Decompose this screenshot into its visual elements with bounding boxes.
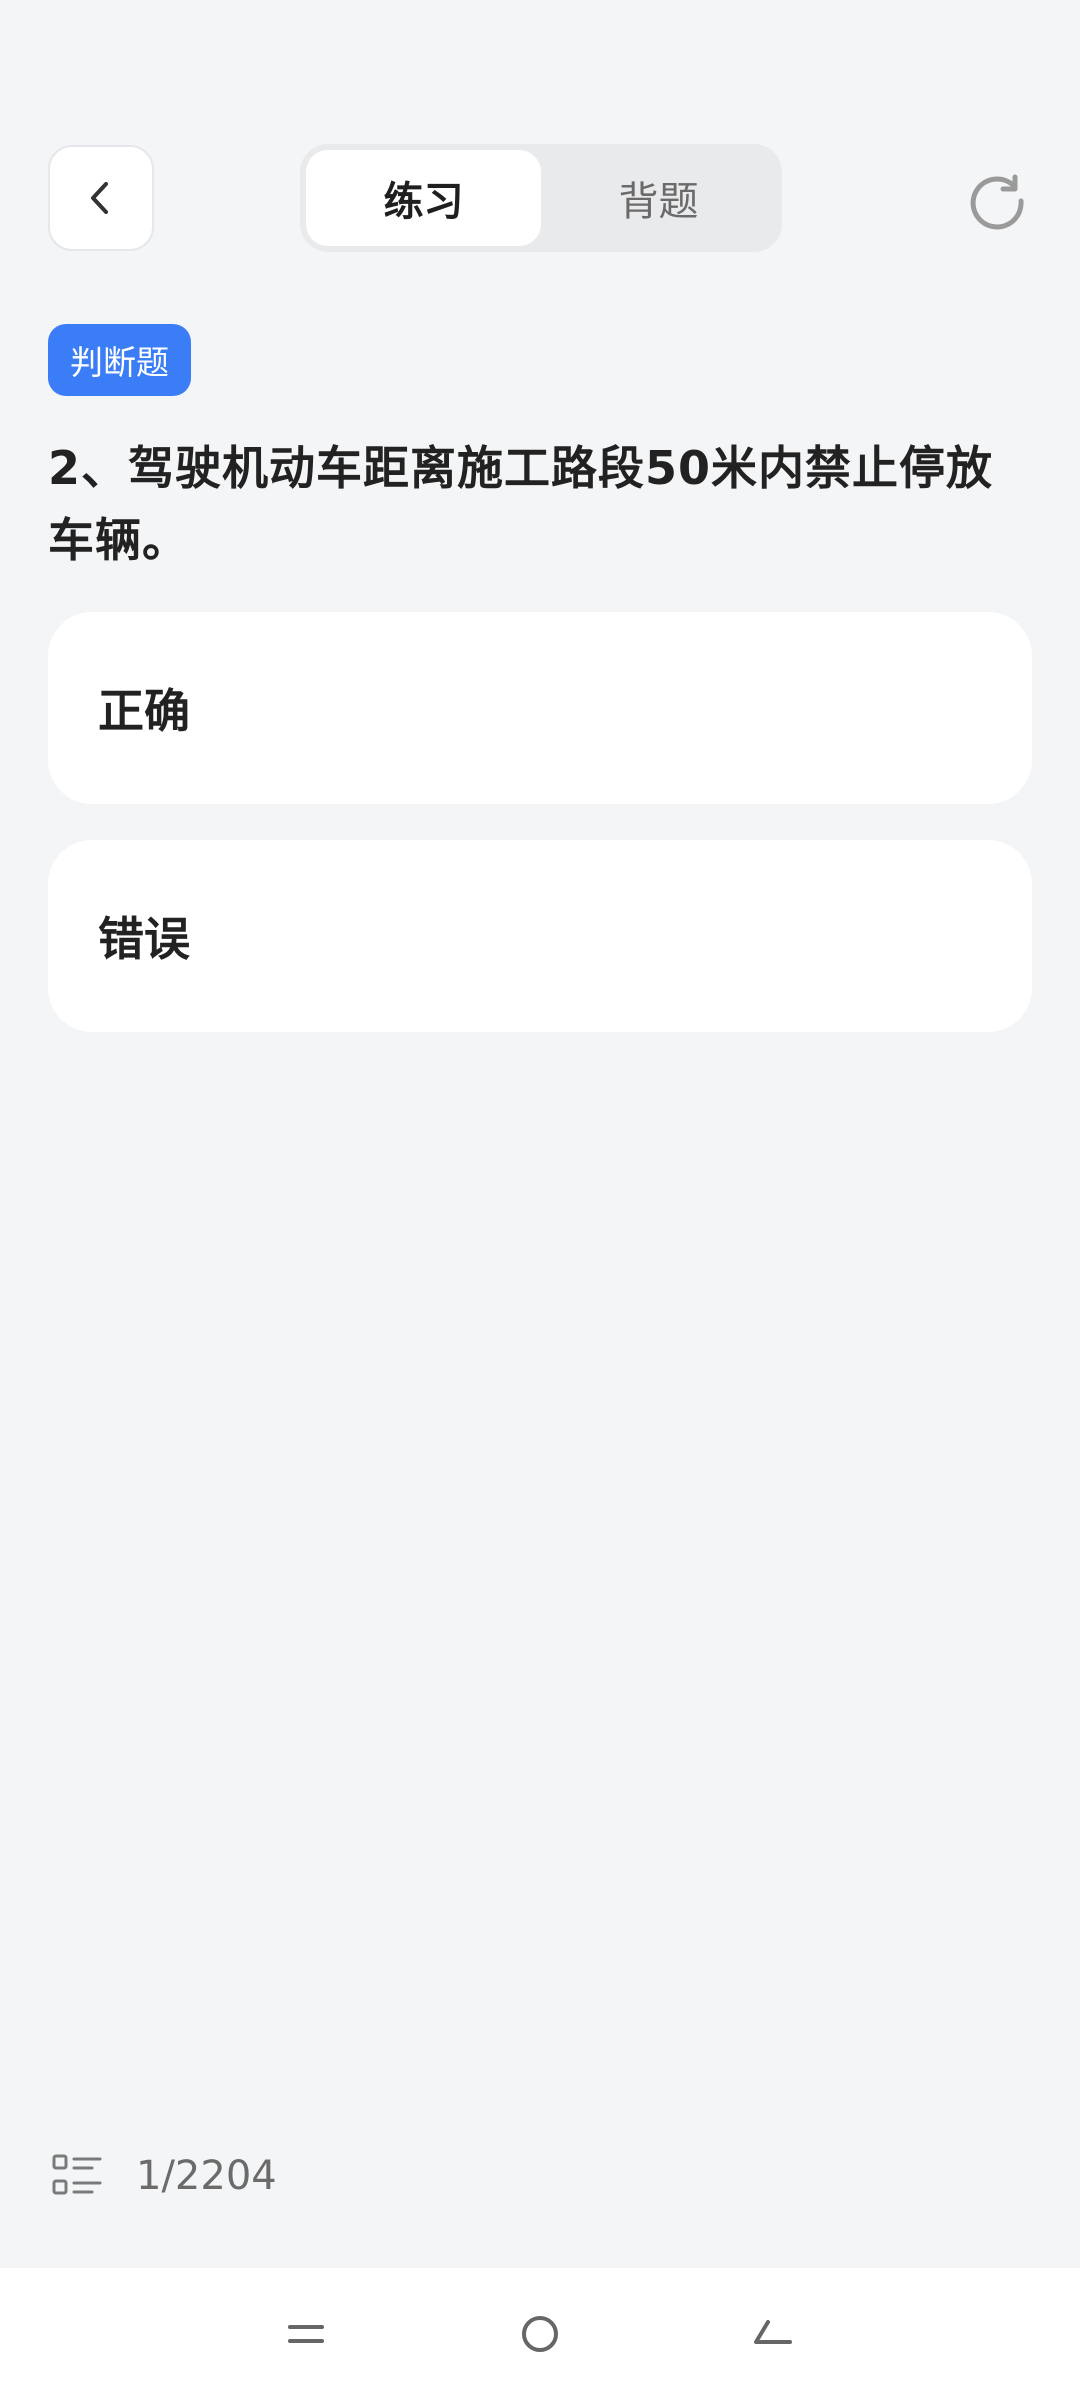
question-list-icon <box>52 2154 102 2195</box>
option-label: 错误 <box>98 912 190 966</box>
option-correct[interactable]: 正确 <box>48 612 1032 804</box>
nav-home-button[interactable] <box>504 2298 576 2370</box>
tab-practice[interactable]: 练习 <box>306 150 541 246</box>
question-list-button[interactable]: 1/2204 <box>52 2148 277 2204</box>
chevron-left-icon <box>91 182 108 214</box>
system-nav-bar <box>0 2268 1080 2400</box>
option-wrong[interactable]: 错误 <box>48 840 1032 1032</box>
home-icon <box>522 2316 558 2352</box>
tab-memorize[interactable]: 背题 <box>541 150 776 246</box>
nav-menu-button[interactable] <box>270 2298 342 2370</box>
question-type-badge: 判断题 <box>48 324 191 396</box>
menu-icon <box>288 2325 324 2343</box>
mode-switch: 练习 背题 <box>300 144 782 252</box>
question-text: 2、驾驶机动车距离施工路段50米内禁止停放车辆。 <box>48 441 994 567</box>
reset-button[interactable] <box>962 166 1032 236</box>
back-icon <box>754 2320 792 2344</box>
back-button[interactable] <box>48 145 154 251</box>
progress-counter: 1/2204 <box>136 2153 277 2199</box>
refresh-icon <box>970 174 1024 230</box>
nav-back-button[interactable] <box>736 2298 808 2370</box>
option-label: 正确 <box>98 684 190 738</box>
